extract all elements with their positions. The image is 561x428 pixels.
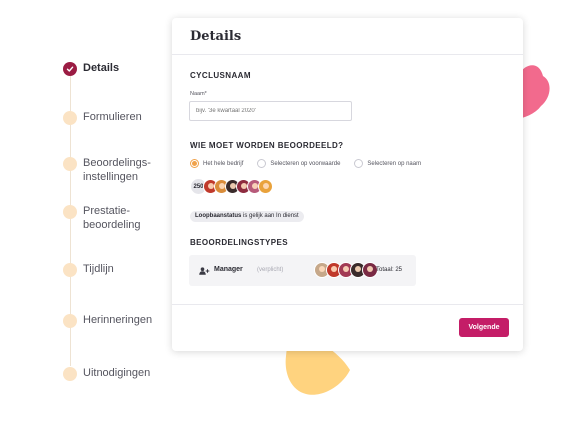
review-type-name: Manager	[214, 266, 243, 273]
condition-field: Loopbaanstatus	[195, 213, 242, 219]
footer-divider	[172, 304, 523, 305]
step-beoordelingsinstellingen[interactable]: Beoordelings- instellingen	[63, 156, 151, 184]
manager-avatars	[314, 262, 378, 278]
reviewee-options: Het hele bedrijf Selecteren op voorwaard…	[190, 159, 435, 168]
step-dot-icon	[63, 367, 77, 381]
step-herinneringen[interactable]: Herinneringen	[63, 313, 152, 328]
step-label: Uitnodigingen	[83, 367, 151, 379]
radio-empty-icon	[354, 159, 364, 168]
radio-label: Selecteren op naam	[367, 160, 422, 167]
radio-label: Het hele bedrijf	[203, 160, 244, 167]
review-types-section-title: BEOORDELINGSTYPES	[190, 238, 288, 247]
progress-stepper: Details Formulieren Beoordelings- instel…	[0, 0, 170, 428]
card-title: Details	[190, 29, 242, 44]
step-label: Beoordelings- instellingen	[83, 157, 151, 183]
step-tijdlijn[interactable]: Tijdlijn	[63, 262, 114, 277]
step-label: Prestatie- beoordeling	[83, 205, 141, 231]
reviewee-avatars: 250	[190, 178, 273, 195]
step-dot-icon	[63, 157, 77, 171]
cycle-name-section-title: CYCLUSNAAM	[190, 71, 251, 80]
review-type-total: Totaal: 25	[376, 267, 403, 273]
radio-empty-icon	[257, 159, 267, 168]
next-button[interactable]: Volgende	[459, 318, 509, 337]
step-label: Herinneringen	[83, 314, 153, 326]
radio-selected-icon	[190, 159, 199, 168]
check-icon	[63, 62, 77, 76]
radio-whole-company[interactable]: Het hele bedrijf	[190, 159, 243, 168]
radio-by-name[interactable]: Selecteren op naam	[354, 159, 421, 168]
step-dot-icon	[63, 111, 77, 125]
name-field-label: Naam*	[190, 91, 207, 97]
step-dot-icon	[63, 314, 77, 328]
details-card: Details CYCLUSNAAM Naam* WIE MOET WORDEN…	[172, 18, 523, 351]
review-type-manager[interactable]: Manager (verplicht) Totaal: 25	[189, 255, 416, 286]
step-label: Tijdlijn	[83, 263, 114, 275]
step-details[interactable]: Details	[63, 61, 119, 76]
step-prestatiebeoordeling[interactable]: Prestatie- beoordeling	[63, 204, 141, 232]
condition-rest: is gelijk aan In dienst	[243, 213, 299, 219]
step-dot-icon	[63, 205, 77, 219]
header-divider	[172, 54, 523, 55]
step-uitnodigingen[interactable]: Uitnodigingen	[63, 366, 150, 381]
radio-by-condition[interactable]: Selecteren op voorwaarde	[257, 159, 340, 168]
step-dot-icon	[63, 263, 77, 277]
user-add-icon	[199, 267, 210, 275]
avatar	[258, 179, 273, 194]
cycle-name-input[interactable]	[189, 101, 352, 121]
review-type-required: (verplicht)	[257, 267, 284, 273]
condition-chip[interactable]: Loopbaanstatus is gelijk aan In dienst	[190, 211, 304, 222]
step-formulieren[interactable]: Formulieren	[63, 110, 142, 125]
reviewees-section-title: WIE MOET WORDEN BEOORDEELD?	[190, 141, 344, 150]
step-label: Formulieren	[83, 111, 142, 123]
step-label: Details	[83, 62, 120, 74]
radio-label: Selecteren op voorwaarde	[270, 160, 341, 167]
